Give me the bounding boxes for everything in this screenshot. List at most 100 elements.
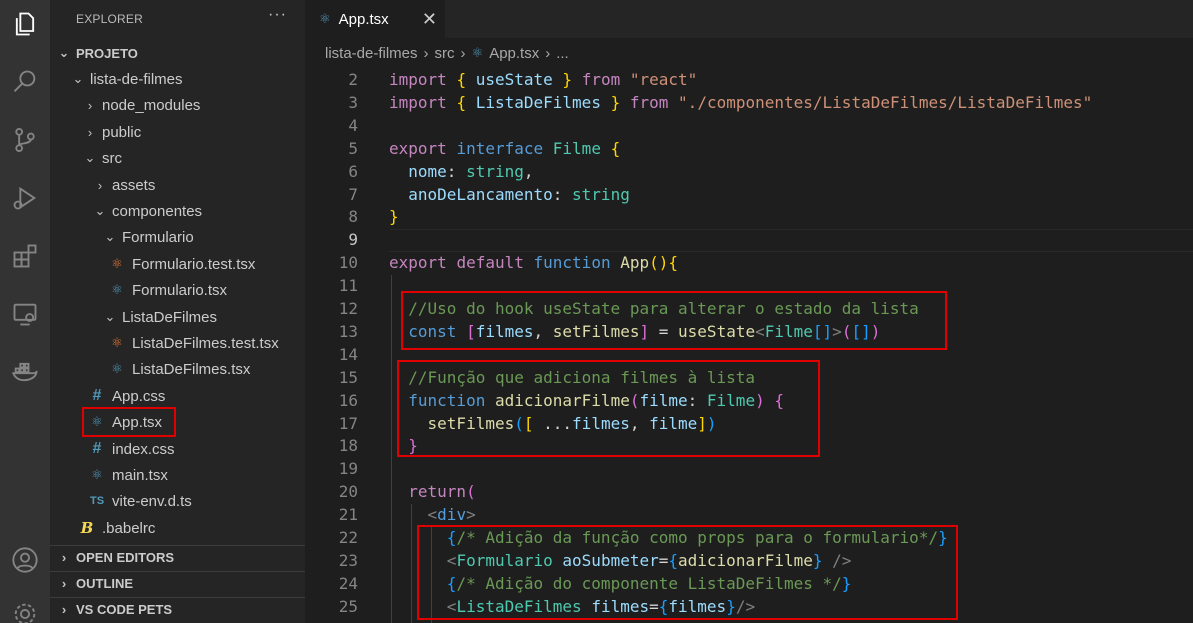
code-token: >: [832, 321, 842, 341]
line-number: 20: [338, 482, 358, 502]
code-line: const [filmes, setFilmes] = useState<Fil…: [389, 322, 880, 341]
code-line: setFilmes([ ...filmes, filme]): [389, 414, 717, 433]
code-line: {/* Adição da função como props para o f…: [389, 528, 948, 547]
code-token: /* Adição do componente ListaDeFilmes */: [456, 573, 842, 593]
tree-item-src[interactable]: ⌄ src: [50, 145, 305, 171]
line-number: 13: [338, 321, 358, 341]
run-debug-icon[interactable]: [9, 182, 41, 214]
code-token: App: [620, 253, 650, 273]
chevron-down-icon: ⌄: [104, 229, 116, 244]
section-vs-code-pets[interactable]: › VS CODE PETS: [50, 597, 305, 621]
code-token: :: [552, 184, 573, 204]
tree-item-componentes[interactable]: ⌄ componentes: [50, 198, 305, 224]
tree-item-label: Formulario: [122, 228, 194, 246]
tree-item-formulario-folder[interactable]: ⌄ Formulario: [50, 224, 305, 250]
code-token: Filme: [552, 138, 601, 158]
code-token: Formulario: [456, 550, 553, 570]
code-token: (: [514, 413, 524, 433]
tree-item-label: index.css: [112, 440, 175, 458]
breadcrumb-item[interactable]: App.tsx: [489, 45, 539, 62]
react-test-file-icon: ⚛: [111, 335, 123, 350]
tree-item-main-tsx[interactable]: ⚛ main.tsx: [50, 462, 305, 488]
tree-item-vite-env[interactable]: TS vite-env.d.ts: [50, 488, 305, 514]
settings-gear-icon[interactable]: [9, 598, 41, 623]
breadcrumb: lista-de-filmes › src › ⚛ App.tsx › ...: [305, 38, 1193, 68]
remote-explorer-icon[interactable]: [9, 298, 41, 330]
tree-item-label: node_modules: [102, 96, 201, 114]
code-token: (): [649, 253, 669, 273]
chevron-right-icon: ›: [423, 44, 429, 62]
code-token: ]: [697, 413, 707, 433]
chevron-down-icon: ⌄: [84, 150, 96, 165]
code-token: filmes: [475, 321, 534, 341]
annotation-highlight-box: [82, 407, 176, 437]
code-token: {: [658, 596, 669, 616]
section-outline[interactable]: › OUTLINE: [50, 571, 305, 595]
code-token: ,: [523, 161, 534, 181]
tree-item-public[interactable]: › public: [50, 119, 305, 145]
tab-app-tsx[interactable]: ⚛ App.tsx ✕: [305, 0, 445, 38]
code-token: ): [755, 390, 765, 410]
code-line: function adicionarFilme(filme: Filme) {: [389, 391, 784, 410]
code-editor[interactable]: 2 import { useState } from "react" 3 import…: [305, 68, 1193, 623]
tree-item-index-css[interactable]: # index.css: [50, 436, 305, 462]
code-token: ListaDeFilmes: [475, 92, 601, 112]
code-token: =: [649, 321, 679, 341]
line-number: 17: [338, 413, 358, 433]
project-folder-header[interactable]: ⌄ PROJETO: [50, 40, 305, 66]
code-token: ): [706, 413, 717, 433]
section-open-editors[interactable]: › OPEN EDITORS: [50, 545, 305, 569]
tree-item-babelrc[interactable]: B .babelrc: [50, 515, 305, 541]
tree-item-formulario-test[interactable]: ⚛ Formulario.test.tsx: [50, 251, 305, 277]
react-file-icon: ⚛: [471, 45, 484, 60]
chevron-down-icon: ⌄: [104, 309, 116, 324]
tree-item-lista-de-filmes[interactable]: ⌄ lista-de-filmes: [50, 66, 305, 92]
tree-item-listadefilmes-folder[interactable]: ⌄ ListaDeFilmes: [50, 304, 305, 330]
code-token: filmes: [591, 596, 650, 616]
code-token: //Função que adiciona filmes à lista: [408, 367, 756, 387]
extensions-icon[interactable]: [9, 240, 41, 272]
chevron-right-icon: ›: [460, 44, 466, 62]
more-actions-icon[interactable]: ···: [268, 6, 287, 24]
code-token: (: [466, 482, 476, 502]
tree-item-formulario-tsx[interactable]: ⚛ Formulario.tsx: [50, 277, 305, 303]
tree-item-label: ListaDeFilmes.tsx: [132, 360, 251, 378]
tree-item-listadefilmes-tsx[interactable]: ⚛ ListaDeFilmes.tsx: [50, 356, 305, 382]
breadcrumb-item[interactable]: src: [435, 45, 455, 62]
code-token: <: [427, 505, 438, 525]
line-number: 8: [348, 207, 358, 227]
tree-item-app-css[interactable]: # App.css: [50, 383, 305, 409]
search-icon[interactable]: [9, 66, 41, 98]
chevron-right-icon: ›: [61, 550, 67, 565]
code-token: string: [572, 184, 630, 204]
close-icon[interactable]: ✕: [422, 9, 437, 30]
explorer-icon[interactable]: [9, 8, 41, 40]
line-number: 14: [338, 344, 358, 364]
line-number: 6: [348, 161, 358, 181]
code-token: "./componentes/ListaDeFilmes/ListaDeFilm…: [678, 92, 1093, 112]
breadcrumb-item[interactable]: ...: [556, 45, 569, 62]
tree-item-label: vite-env.d.ts: [112, 492, 192, 510]
chevron-right-icon: ›: [87, 124, 93, 140]
code-token: :: [446, 161, 467, 181]
source-control-icon[interactable]: [9, 124, 41, 156]
account-icon[interactable]: [9, 544, 41, 576]
chevron-right-icon: ›: [61, 576, 67, 591]
code-token: nome: [408, 161, 447, 181]
tree-item-label: assets: [112, 176, 156, 194]
tree-item-assets[interactable]: › assets: [50, 172, 305, 198]
code-token: filmes: [668, 596, 727, 616]
code-line: <ListaDeFilmes filmes={filmes}/>: [389, 597, 755, 616]
docker-icon[interactable]: [9, 356, 41, 388]
tree-item-listadefilmes-test[interactable]: ⚛ ListaDeFilmes.test.tsx: [50, 330, 305, 356]
breadcrumb-item[interactable]: lista-de-filmes: [325, 45, 418, 62]
tree-item-node-modules[interactable]: › node_modules: [50, 92, 305, 118]
code-token: :: [687, 390, 707, 410]
